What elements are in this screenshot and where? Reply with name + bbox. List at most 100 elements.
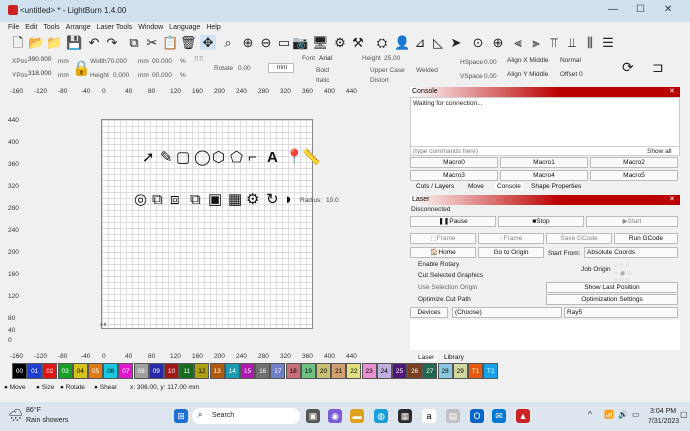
offset-input[interactable]: Offset 0	[558, 71, 614, 81]
palette-swatch-00[interactable]: 00	[12, 363, 27, 379]
tab-library[interactable]: Library	[444, 354, 464, 361]
device-type-select[interactable]: Ray5	[564, 307, 678, 318]
macro1-button[interactable]: Macro1	[500, 157, 588, 168]
lightburn-taskbar-icon[interactable]: ▲	[516, 409, 530, 423]
go-to-origin-button[interactable]: Go to Origin	[478, 247, 544, 258]
frame-circle-button[interactable]: ◌Frame	[478, 233, 544, 244]
palette-swatch-13[interactable]: 13	[209, 363, 225, 379]
select-tool-icon[interactable]: ➚	[142, 150, 155, 166]
task-view-icon[interactable]: ▣	[306, 409, 320, 423]
battery-icon[interactable]: ▭	[632, 410, 640, 419]
import-icon[interactable]: 📁	[46, 35, 62, 50]
paste-icon[interactable]: 📋	[162, 35, 178, 50]
macro5-button[interactable]: Macro5	[590, 170, 678, 181]
zoom-out-icon[interactable]: ⊖	[258, 35, 274, 50]
minimize-button[interactable]: —	[608, 4, 618, 15]
macro0-button[interactable]: Macro0	[410, 157, 498, 168]
menu-window[interactable]: Window	[138, 24, 163, 31]
align-top-icon[interactable]: ⫪	[546, 35, 562, 50]
group-icon[interactable]: ⛭	[374, 35, 390, 50]
palette-swatch-06[interactable]: 06	[103, 363, 119, 379]
palette-swatch-19[interactable]: 19	[300, 363, 316, 379]
open-file-icon[interactable]: 📂	[28, 35, 44, 50]
palette-swatch-28[interactable]: 28	[437, 363, 453, 379]
palette-swatch-24[interactable]: 24	[376, 363, 392, 379]
anchor-grid-icon[interactable]: ⠿⠿	[194, 55, 204, 63]
palette-swatch-16[interactable]: 16	[255, 363, 271, 379]
distribute-icon[interactable]: ⫸	[528, 35, 544, 50]
palette-swatch-18[interactable]: 18	[285, 363, 301, 379]
refresh-icon[interactable]: ⟳	[622, 59, 634, 76]
close-button[interactable]: ✕	[664, 4, 672, 15]
monitor-icon[interactable]: 🖥	[312, 35, 329, 50]
macro4-button[interactable]: Macro4	[500, 170, 588, 181]
xpos-input[interactable]: 390.000	[26, 56, 54, 66]
pentagon-tool-icon[interactable]: ⬠	[230, 150, 243, 166]
maximize-button[interactable]: ☐	[636, 4, 645, 15]
height-pct[interactable]: 00.000	[152, 72, 172, 79]
offset-shapes-icon[interactable]: ◎	[134, 192, 147, 208]
macro3-button[interactable]: Macro3	[410, 170, 498, 181]
weld-icon[interactable]: ⧉	[152, 192, 163, 208]
clock-time[interactable]: 3:04 PM	[650, 408, 676, 415]
boolean-subtract-icon[interactable]: ⧉	[190, 192, 201, 208]
move-icon[interactable]: ✥	[200, 35, 216, 50]
radius-input[interactable]: 10.0	[326, 197, 339, 204]
palette-swatch-27[interactable]: 27	[422, 363, 438, 379]
font-select[interactable]: Arial	[319, 55, 332, 62]
show-all-checkbox[interactable]: Show all	[647, 148, 672, 155]
start-icon[interactable]: ⊞	[174, 409, 188, 423]
distribute-v-icon[interactable]: ☰	[600, 35, 616, 50]
rotate-icon[interactable]: ↻	[266, 192, 279, 208]
flip-icon[interactable]: ◺	[430, 35, 446, 50]
enable-rotary-checkbox[interactable]: Enable Rotary	[418, 261, 459, 268]
zoom-page-icon[interactable]: ▭	[276, 35, 292, 50]
app-icon-generic[interactable]: ▤	[446, 409, 460, 423]
width-input[interactable]: 70.000	[107, 58, 127, 65]
pause-button[interactable]: ❚❚Pause	[410, 216, 496, 227]
use-selection-origin-checkbox[interactable]: Use Selection Origin	[418, 284, 477, 291]
fillet-icon[interactable]: ◗	[284, 192, 293, 208]
cut-selected-checkbox[interactable]: Cut Selected Graphics	[418, 272, 483, 279]
target-icon[interactable]: ⊙	[470, 35, 486, 50]
tab-laser[interactable]: Laser	[416, 354, 437, 361]
redo-icon[interactable]: ↷	[104, 35, 120, 50]
settings-icon[interactable]: ⚙	[332, 35, 348, 50]
welded-checkbox[interactable]: Welded	[416, 67, 438, 74]
start-button[interactable]: ▶Start	[586, 216, 678, 227]
palette-swatch-12[interactable]: 12	[194, 363, 210, 379]
align-bottom-icon[interactable]: ⫫	[564, 35, 580, 50]
menu-arrange[interactable]: Arrange	[66, 24, 91, 31]
notification-icon[interactable]: ▢	[680, 410, 688, 419]
save-gcode-button[interactable]: Save GCode	[546, 233, 612, 244]
menu-help[interactable]: Help	[206, 24, 220, 31]
palette-swatch-29[interactable]: 29	[452, 363, 468, 379]
save-icon[interactable]: 💾	[66, 35, 82, 50]
boolean-intersect-icon[interactable]: ▣	[208, 192, 222, 208]
lock-icon[interactable]: 🔒	[72, 59, 91, 77]
palette-swatch-14[interactable]: 14	[224, 363, 240, 379]
bold-checkbox[interactable]: Bold	[316, 67, 329, 74]
palette-swatch-10[interactable]: 10	[164, 363, 179, 379]
vspace-input[interactable]: 0.00	[484, 73, 497, 80]
upper-case-checkbox[interactable]: Upper Case	[370, 67, 405, 74]
amazon-icon[interactable]: a	[422, 409, 436, 423]
clock-date[interactable]: 7/31/2023	[648, 418, 679, 425]
italic-checkbox[interactable]: Italic	[316, 77, 329, 84]
align-x-select[interactable]: Align X Middle	[505, 57, 557, 67]
palette-swatch-04[interactable]: 04	[72, 363, 88, 379]
macro2-button[interactable]: Macro2	[590, 157, 678, 168]
ypos-input[interactable]: 318.000	[26, 70, 54, 80]
volume-icon[interactable]: 🔊	[618, 410, 628, 419]
palette-swatch-15[interactable]: 15	[240, 363, 255, 379]
text-height-input[interactable]: 25.00	[384, 55, 400, 62]
edge-icon[interactable]: ◍	[374, 409, 388, 423]
text-mode-select[interactable]: Normal	[558, 57, 614, 67]
palette-swatch-05[interactable]: 05	[88, 363, 103, 379]
text-tool-icon[interactable]: A	[267, 150, 278, 166]
mirror-icon[interactable]: ⊿	[412, 35, 428, 50]
circular-array-icon[interactable]: ⚙	[246, 192, 259, 208]
ellipse-tool-icon[interactable]: ◯	[194, 150, 211, 166]
mail-icon[interactable]: ✉	[492, 409, 506, 423]
menu-tools[interactable]: Tools	[43, 24, 59, 31]
